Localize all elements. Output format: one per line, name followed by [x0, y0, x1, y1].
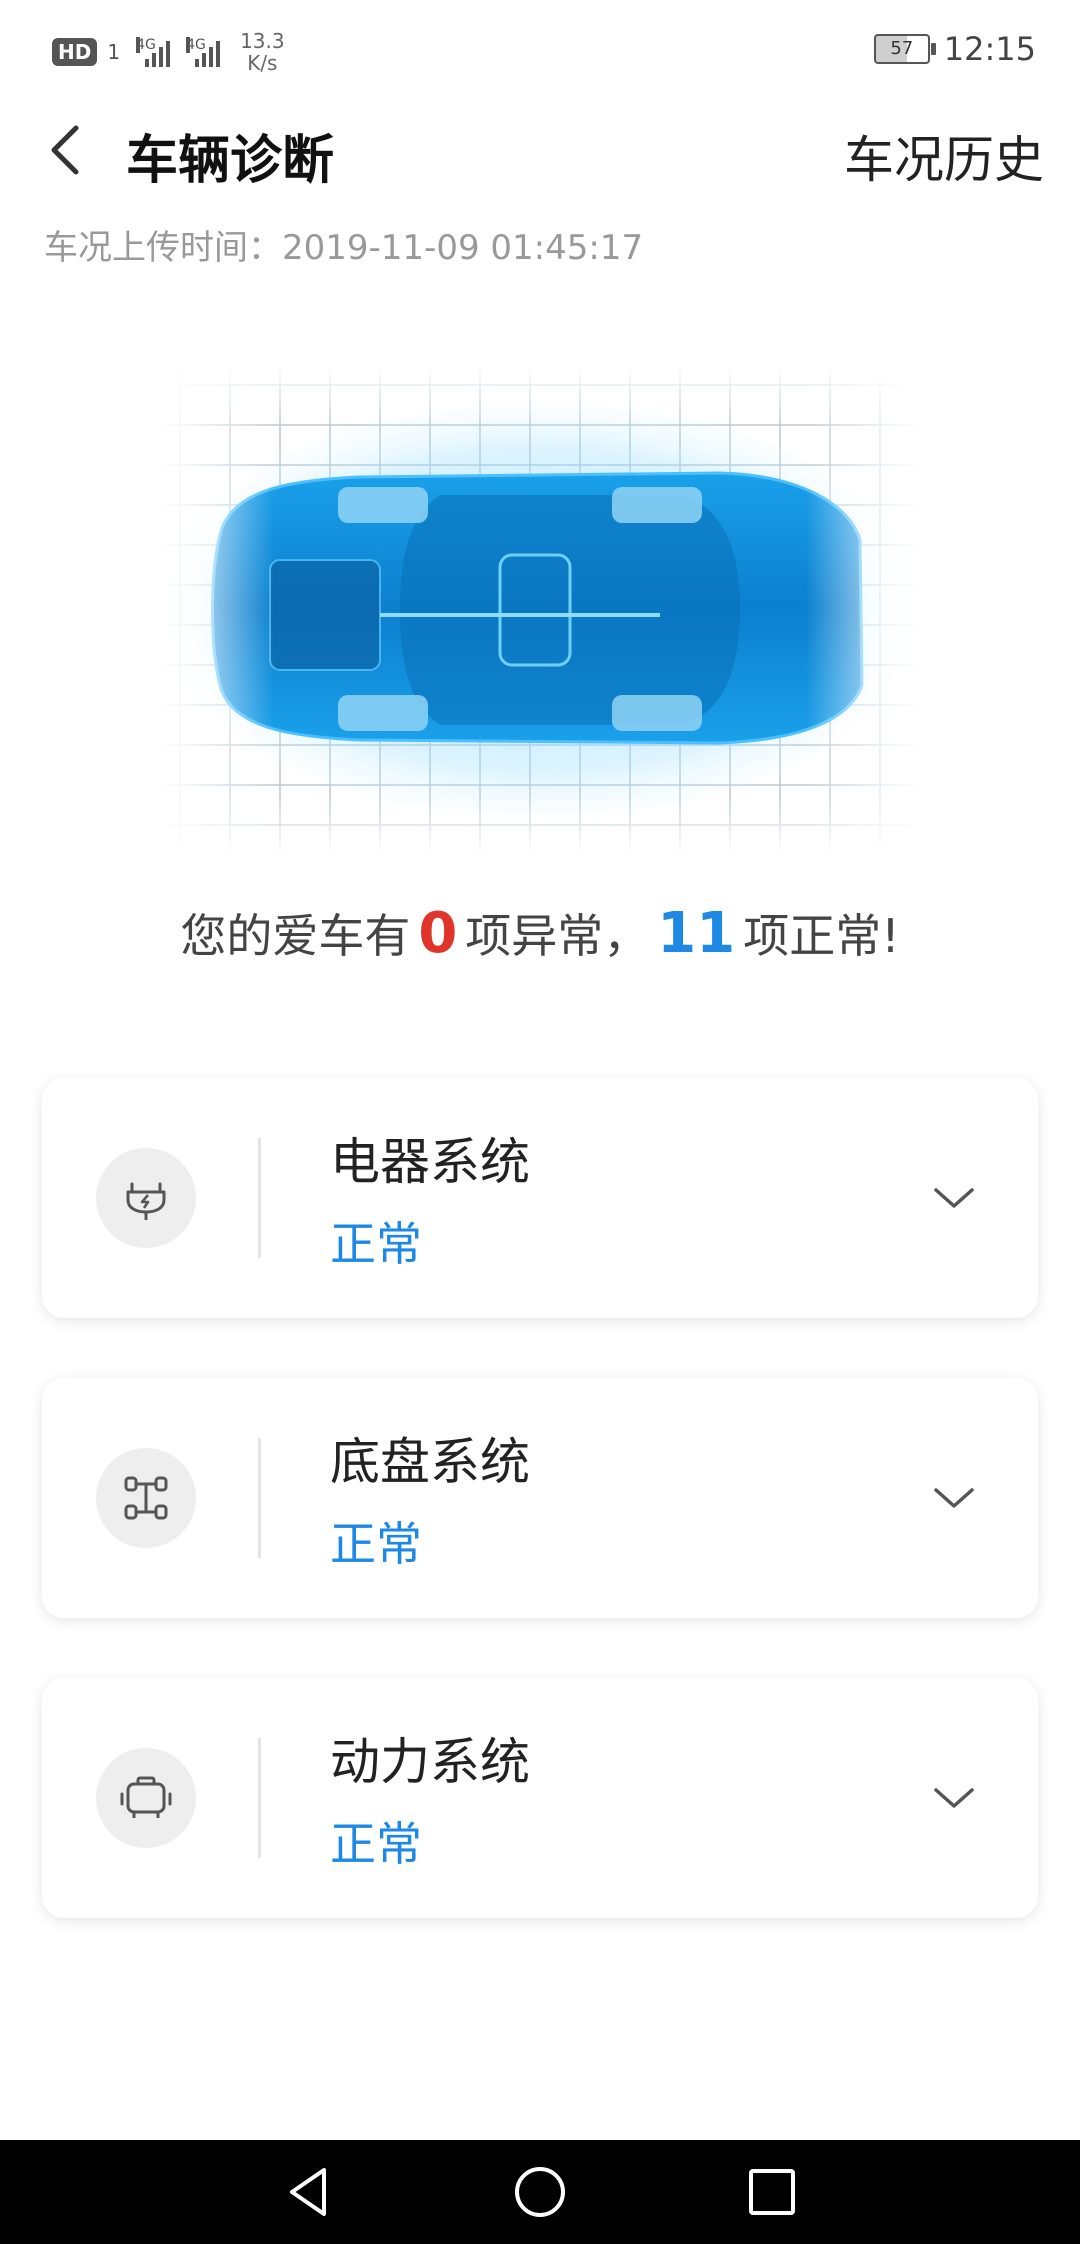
chevron-down-icon[interactable]: [930, 1474, 978, 1522]
circle-home-icon: [515, 2167, 565, 2217]
divider: [258, 1438, 261, 1558]
system-card-powertrain[interactable]: 动力系统 正常: [42, 1678, 1038, 1918]
system-name: 电器系统: [330, 1133, 530, 1191]
status-bar: HD 1 4G 4G 13.3 K/s 57 12:15: [0, 0, 1080, 96]
battery-icon: 57: [873, 34, 936, 64]
status-right: 57 12:15: [873, 30, 1036, 68]
hd-badge: HD: [52, 38, 98, 66]
icon-circle: [96, 1448, 196, 1548]
system-status: 正常: [330, 1517, 422, 1571]
header: 车辆诊断 车况历史: [0, 110, 1080, 192]
hd-sub: 1: [107, 40, 121, 64]
system-card-electrical[interactable]: 电器系统 正常: [42, 1078, 1038, 1318]
nav-back-button[interactable]: [278, 2162, 338, 2222]
network-speed-unit: K/s: [247, 51, 278, 75]
nav-recents-button[interactable]: [742, 2162, 802, 2222]
system-status: 正常: [330, 1217, 422, 1271]
system-nav-bar: [0, 2140, 1080, 2244]
clock: 12:15: [943, 30, 1036, 68]
engine-icon: [120, 1776, 172, 1818]
system-card-chassis[interactable]: 底盘系统 正常: [42, 1378, 1038, 1618]
car-illustration: [160, 365, 920, 855]
square-recents-icon: [749, 2169, 795, 2215]
chevron-down-icon[interactable]: [930, 1774, 978, 1822]
signal-icon-2: 4G: [186, 37, 221, 67]
summary-suffix: 项正常!: [743, 909, 900, 963]
triangle-back-icon: [290, 2168, 326, 2216]
nav-home-button[interactable]: [510, 2162, 570, 2222]
signal-label-2: 4G: [186, 37, 206, 53]
back-arrow-icon: [51, 125, 79, 175]
page-title: 车辆诊断: [126, 131, 335, 191]
summary-prefix: 您的爱车有: [180, 909, 411, 963]
chassis-icon: [124, 1476, 168, 1520]
summary-middle: 项异常，: [465, 909, 650, 963]
chevron-down-icon[interactable]: [930, 1174, 978, 1222]
icon-circle: [96, 1748, 196, 1848]
abnormal-count: 0: [418, 901, 458, 966]
icon-circle: [96, 1148, 196, 1248]
status-left: HD 1 4G 4G 13.3 K/s: [52, 30, 285, 74]
system-status: 正常: [330, 1817, 422, 1871]
normal-count: 11: [657, 901, 736, 966]
upload-time: 车况上传时间：2019-11-09 01:45:17: [44, 228, 644, 268]
system-name: 底盘系统: [330, 1433, 530, 1491]
signal-icon: 4G: [136, 37, 171, 67]
signal-label: 4G: [136, 37, 156, 53]
divider: [258, 1138, 261, 1258]
vehicle-history-button[interactable]: 车况历史: [844, 120, 1044, 192]
divider: [258, 1738, 261, 1858]
diagnosis-summary: 您的爱车有 0 项异常， 11 项正常!: [0, 900, 1080, 966]
plug-icon: [126, 1182, 166, 1220]
back-button[interactable]: [36, 120, 96, 180]
network-speed: 13.3 K/s: [240, 30, 285, 74]
car-xray-image: [160, 365, 920, 855]
system-name: 动力系统: [330, 1733, 530, 1791]
network-speed-value: 13.3: [240, 29, 285, 53]
